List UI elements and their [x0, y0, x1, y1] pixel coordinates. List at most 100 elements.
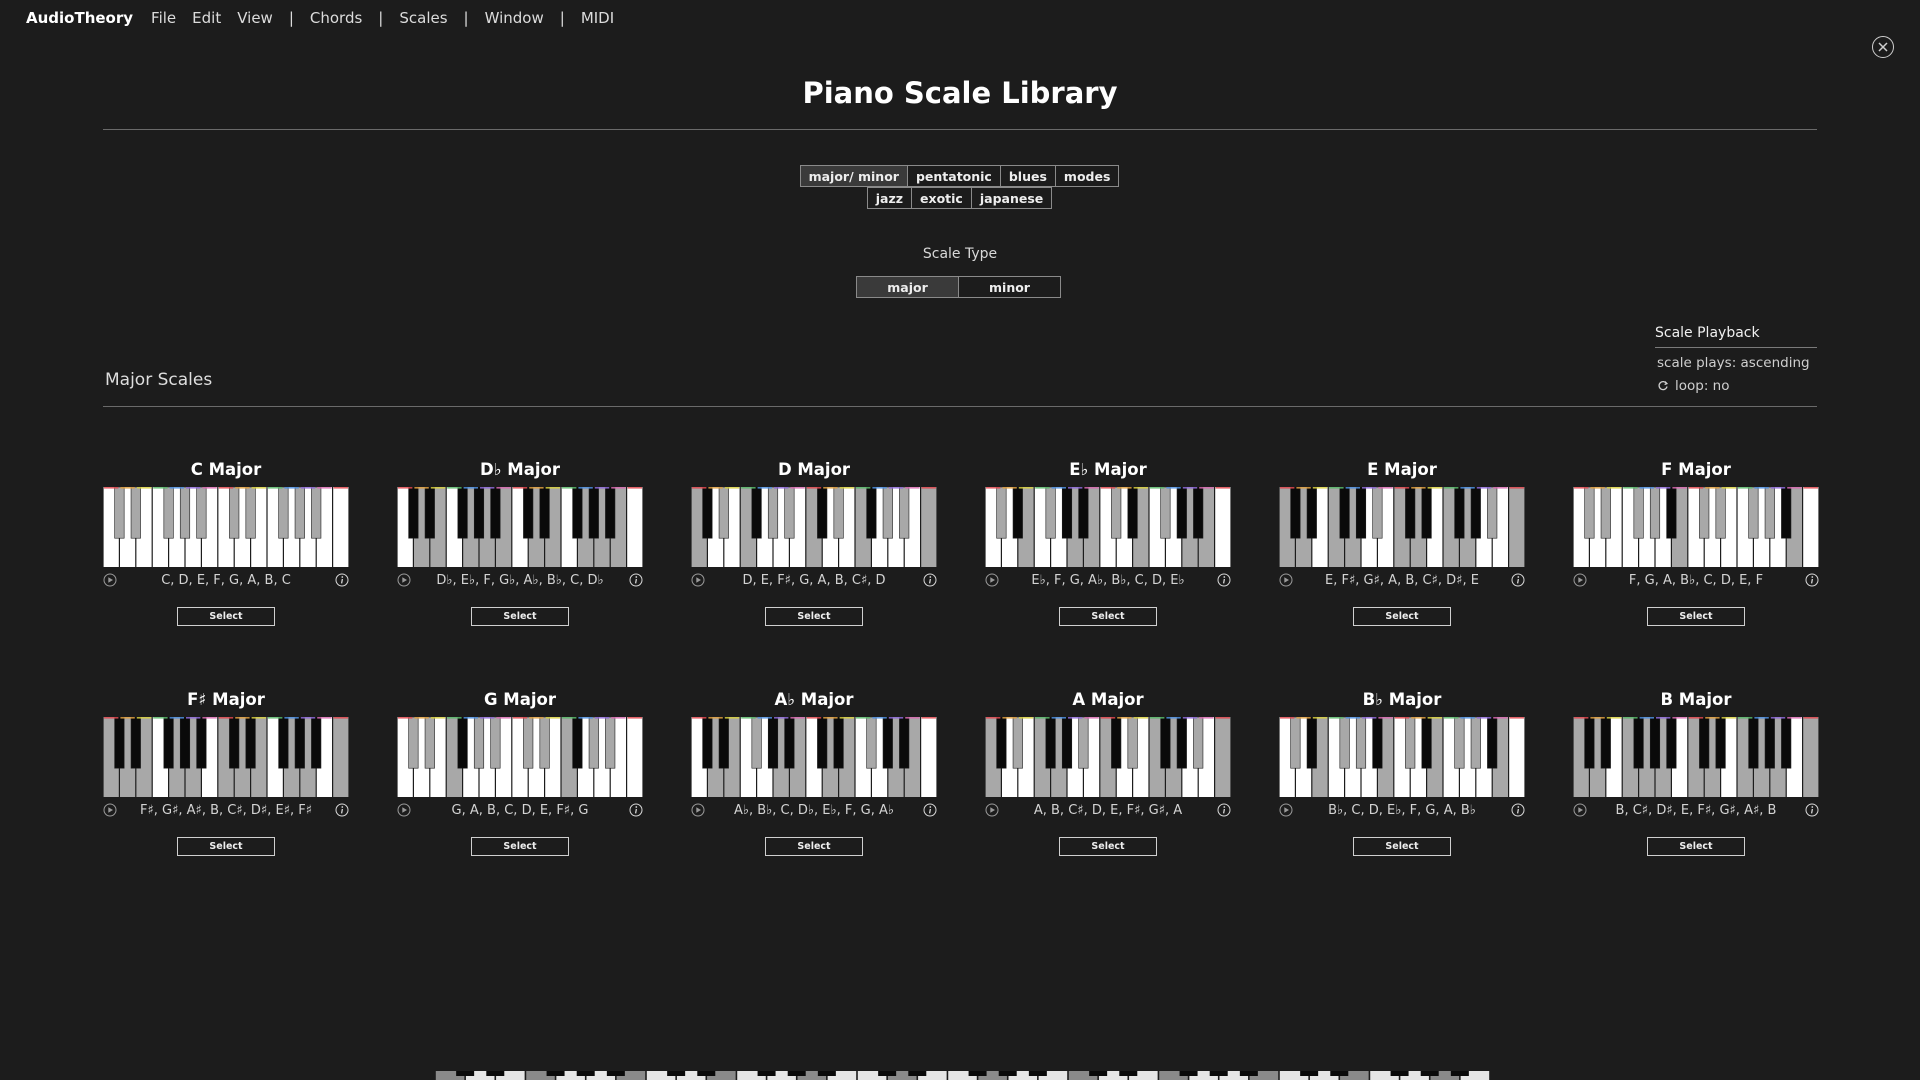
piano-keyboard[interactable]: [103, 487, 349, 567]
black-key[interactable]: [817, 487, 828, 539]
info-icon[interactable]: [629, 803, 643, 817]
black-key[interactable]: [702, 717, 713, 769]
black-key[interactable]: [1111, 487, 1122, 539]
black-key[interactable]: [1600, 487, 1611, 539]
white-key[interactable]: [921, 717, 937, 797]
black-key[interactable]: [490, 717, 501, 769]
menu-midi[interactable]: MIDI: [581, 9, 614, 27]
info-icon[interactable]: [629, 573, 643, 587]
play-icon[interactable]: [1573, 573, 1587, 587]
black-key[interactable]: [245, 717, 256, 769]
info-icon[interactable]: [1805, 803, 1819, 817]
black-key[interactable]: [245, 487, 256, 539]
black-key[interactable]: [866, 487, 877, 539]
black-key[interactable]: [1421, 487, 1432, 539]
black-key[interactable]: [572, 487, 583, 539]
white-key[interactable]: [1215, 717, 1231, 797]
black-key[interactable]: [490, 487, 501, 539]
tab-jazz[interactable]: jazz: [866, 187, 913, 209]
black-key[interactable]: [702, 487, 713, 539]
black-key[interactable]: [1470, 487, 1481, 539]
tab-modes[interactable]: modes: [1054, 165, 1120, 187]
black-key[interactable]: [1078, 717, 1089, 769]
black-key[interactable]: [1405, 717, 1416, 769]
black-key[interactable]: [996, 717, 1007, 769]
select-button[interactable]: Select: [471, 607, 569, 626]
menu-window[interactable]: Window: [485, 9, 544, 27]
info-icon[interactable]: [1217, 573, 1231, 587]
black-key[interactable]: [588, 487, 599, 539]
black-key[interactable]: [1715, 487, 1726, 539]
black-key[interactable]: [163, 717, 174, 769]
black-key[interactable]: [1584, 487, 1595, 539]
black-key[interactable]: [1421, 717, 1432, 769]
white-key[interactable]: [1803, 487, 1819, 567]
black-key[interactable]: [539, 717, 550, 769]
black-key[interactable]: [1748, 487, 1759, 539]
piano-keyboard[interactable]: [1573, 487, 1819, 567]
black-key[interactable]: [1127, 717, 1138, 769]
black-key[interactable]: [1127, 487, 1138, 539]
info-icon[interactable]: [1805, 573, 1819, 587]
black-key[interactable]: [1454, 717, 1465, 769]
black-key[interactable]: [718, 717, 729, 769]
play-icon[interactable]: [691, 803, 705, 817]
black-key[interactable]: [718, 487, 729, 539]
black-key[interactable]: [1748, 717, 1759, 769]
black-key[interactable]: [1078, 487, 1089, 539]
black-key[interactable]: [130, 487, 141, 539]
black-key[interactable]: [1306, 717, 1317, 769]
black-key[interactable]: [899, 487, 910, 539]
black-key[interactable]: [866, 717, 877, 769]
black-key[interactable]: [817, 717, 828, 769]
info-icon[interactable]: [1217, 803, 1231, 817]
select-button[interactable]: Select: [1059, 607, 1157, 626]
black-key[interactable]: [899, 717, 910, 769]
piano-keyboard[interactable]: [691, 487, 937, 567]
black-key[interactable]: [996, 487, 1007, 539]
piano-keyboard[interactable]: [1279, 717, 1525, 797]
black-key[interactable]: [311, 487, 322, 539]
black-key[interactable]: [572, 717, 583, 769]
white-key[interactable]: [1803, 717, 1819, 797]
scale-type-major-button[interactable]: major: [856, 276, 959, 298]
black-key[interactable]: [1764, 487, 1775, 539]
black-key[interactable]: [229, 487, 240, 539]
black-key[interactable]: [605, 717, 616, 769]
black-key[interactable]: [196, 717, 207, 769]
black-key[interactable]: [523, 487, 534, 539]
select-button[interactable]: Select: [1059, 837, 1157, 856]
play-icon[interactable]: [1279, 803, 1293, 817]
black-key[interactable]: [539, 487, 550, 539]
info-icon[interactable]: [923, 573, 937, 587]
menu-scales[interactable]: Scales: [399, 9, 447, 27]
black-key[interactable]: [882, 717, 893, 769]
black-key[interactable]: [1045, 487, 1056, 539]
black-key[interactable]: [1193, 487, 1204, 539]
tab-blues[interactable]: blues: [999, 165, 1056, 187]
piano-keyboard[interactable]: [397, 487, 643, 567]
black-key[interactable]: [424, 487, 435, 539]
white-key[interactable]: [1509, 487, 1525, 567]
play-icon[interactable]: [1279, 573, 1293, 587]
black-key[interactable]: [130, 717, 141, 769]
black-key[interactable]: [179, 717, 191, 769]
piano-keyboard[interactable]: [1573, 717, 1819, 797]
black-key[interactable]: [1781, 487, 1792, 539]
black-key[interactable]: [179, 487, 191, 539]
play-icon[interactable]: [1573, 803, 1587, 817]
menu-edit[interactable]: Edit: [192, 9, 221, 27]
black-key[interactable]: [784, 717, 795, 769]
black-key[interactable]: [278, 717, 289, 769]
piano-keyboard[interactable]: [985, 487, 1231, 567]
black-key[interactable]: [1584, 717, 1595, 769]
black-key[interactable]: [767, 487, 779, 539]
black-key[interactable]: [163, 487, 174, 539]
black-key[interactable]: [1111, 717, 1122, 769]
piano-keyboard[interactable]: [1279, 487, 1525, 567]
black-key[interactable]: [1372, 487, 1383, 539]
black-key[interactable]: [408, 487, 419, 539]
menu-file[interactable]: File: [151, 9, 176, 27]
tab-major-minor[interactable]: major/ minor: [799, 165, 908, 187]
black-key[interactable]: [1306, 487, 1317, 539]
